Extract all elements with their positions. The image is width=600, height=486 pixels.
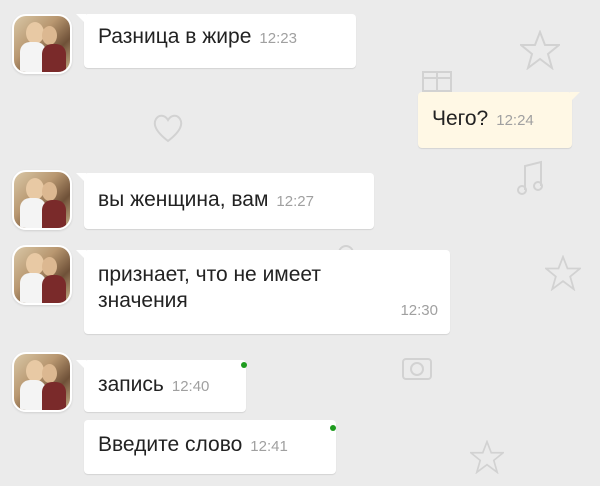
message-bubble[interactable]: Разница в жире 12:23 xyxy=(76,14,356,68)
message-bubble[interactable]: вы женщина, вам 12:27 xyxy=(76,173,374,229)
message-time: 12:24 xyxy=(496,112,534,129)
camera-doodle-icon xyxy=(402,358,432,380)
message-text: Введите слово xyxy=(98,433,243,456)
avatar[interactable] xyxy=(12,14,72,74)
message-bubble[interactable]: признает, что не имеет значения 12:30 xyxy=(76,250,450,334)
avatar[interactable] xyxy=(12,170,72,230)
message-time: 12:23 xyxy=(259,30,297,47)
message-time: 12:27 xyxy=(276,193,314,210)
background-doodles xyxy=(0,0,600,486)
message-text-line-1: признает, что не имеет xyxy=(98,263,322,286)
online-dot xyxy=(241,362,247,368)
message-bubble[interactable]: Введите слово 12:41 xyxy=(84,420,336,474)
message-bubble[interactable]: Чего? 12:24 xyxy=(418,92,580,148)
message-text: Чего? xyxy=(432,107,489,130)
message-time: 12:30 xyxy=(400,302,438,319)
star-doodle-icon-2 xyxy=(545,255,581,291)
note-doodle-icon xyxy=(517,160,543,195)
message-text-line-2: значения xyxy=(98,289,188,312)
message-text: запись xyxy=(98,373,164,396)
gift-doodle-icon xyxy=(422,71,452,92)
message-text: Разница в жире xyxy=(98,25,252,48)
message-bubble[interactable]: запись 12:40 xyxy=(76,360,246,412)
star-doodle-icon xyxy=(520,30,560,70)
message-time: 12:41 xyxy=(250,438,288,455)
message-time: 12:40 xyxy=(171,378,210,395)
star-doodle-icon-3 xyxy=(470,440,504,474)
avatar[interactable] xyxy=(12,245,72,305)
heart-doodle-icon xyxy=(153,114,183,143)
avatar[interactable] xyxy=(12,352,72,412)
online-dot xyxy=(330,425,336,431)
message-text: вы женщина, вам xyxy=(98,188,269,211)
